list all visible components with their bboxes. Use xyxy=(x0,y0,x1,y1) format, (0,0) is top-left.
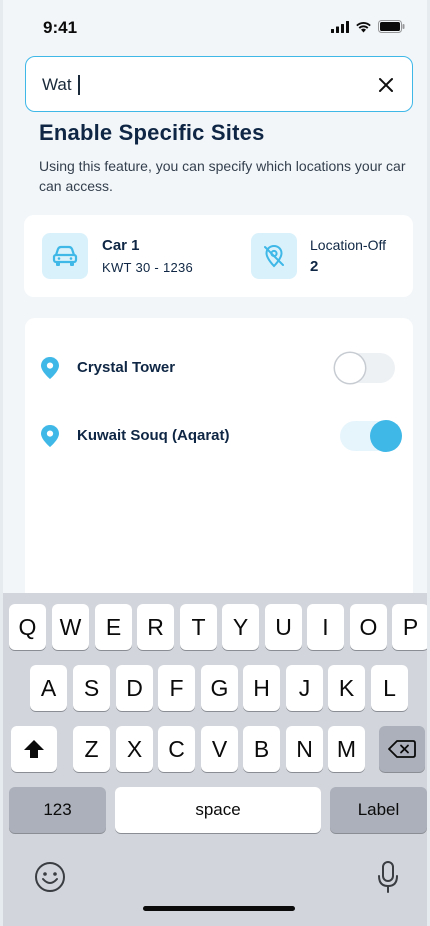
location-off-label: Location-Off xyxy=(310,237,387,253)
home-indicator xyxy=(143,906,295,911)
battery-icon xyxy=(378,20,405,33)
key-i[interactable]: I xyxy=(307,604,344,650)
search-input[interactable] xyxy=(42,71,362,99)
key-u[interactable]: U xyxy=(265,604,302,650)
cellular-signal-icon xyxy=(331,20,349,33)
key-g[interactable]: G xyxy=(201,665,238,711)
site-name: Kuwait Souq (Aqarat) xyxy=(77,427,230,444)
key-m[interactable]: M xyxy=(328,726,365,772)
emoji-icon[interactable] xyxy=(34,861,66,893)
key-f[interactable]: F xyxy=(158,665,195,711)
key-p[interactable]: P xyxy=(392,604,427,650)
key-a[interactable]: A xyxy=(30,665,67,711)
shift-icon xyxy=(24,740,44,758)
site-toggle[interactable] xyxy=(340,420,402,452)
key-r[interactable]: R xyxy=(137,604,174,650)
text-caret xyxy=(78,75,80,95)
keyboard: Q W E R T Y U I O P A S D F G H J K L Z … xyxy=(3,593,427,926)
key-t[interactable]: T xyxy=(180,604,217,650)
toggle-knob xyxy=(370,420,402,452)
key-w[interactable]: W xyxy=(52,604,89,650)
key-q[interactable]: Q xyxy=(9,604,46,650)
car-icon xyxy=(52,245,78,266)
key-x[interactable]: X xyxy=(116,726,153,772)
delete-key[interactable] xyxy=(379,726,425,772)
status-time: 9:41 xyxy=(43,18,78,37)
numbers-key[interactable]: 123 xyxy=(9,787,106,833)
key-k[interactable]: K xyxy=(328,665,365,711)
car-name: Car 1 xyxy=(102,237,140,254)
location-off-icon-tile xyxy=(251,233,297,279)
clear-search-icon[interactable] xyxy=(374,73,398,97)
key-z[interactable]: Z xyxy=(73,726,110,772)
key-l[interactable]: L xyxy=(371,665,408,711)
shift-key[interactable] xyxy=(11,726,57,772)
car-plate: KWT 30 - 1236 xyxy=(102,260,194,275)
page-title: Enable Specific Sites xyxy=(39,120,265,145)
page-description: Using this feature, you can specify whic… xyxy=(39,158,406,194)
car-icon-tile xyxy=(42,233,88,279)
list-item: Kuwait Souq (Aqarat) xyxy=(25,417,413,457)
key-n[interactable]: N xyxy=(286,726,323,772)
location-off-icon xyxy=(264,244,284,268)
wifi-icon xyxy=(356,21,371,32)
site-toggle[interactable] xyxy=(335,353,395,383)
key-c[interactable]: C xyxy=(158,726,195,772)
status-icons xyxy=(331,20,405,33)
status-bar: 9:41 xyxy=(3,0,427,56)
location-off-count: 2 xyxy=(310,258,319,275)
map-pin-icon xyxy=(41,425,59,447)
list-item: Crystal Tower xyxy=(25,349,413,389)
backspace-icon xyxy=(388,740,416,758)
sites-list: Crystal Tower Kuwait Souq (Aqarat) xyxy=(25,318,413,618)
phone-screen: 9:41 Enable xyxy=(0,0,430,926)
key-o[interactable]: O xyxy=(350,604,387,650)
key-d[interactable]: D xyxy=(116,665,153,711)
toggle-knob xyxy=(335,353,365,383)
key-v[interactable]: V xyxy=(201,726,238,772)
car-info-card: Car 1 KWT 30 - 1236 Location-Off 2 xyxy=(24,215,413,297)
return-key[interactable]: Label xyxy=(330,787,427,833)
map-pin-icon xyxy=(41,357,59,379)
key-h[interactable]: H xyxy=(243,665,280,711)
key-s[interactable]: S xyxy=(73,665,110,711)
key-y[interactable]: Y xyxy=(222,604,259,650)
key-b[interactable]: B xyxy=(243,726,280,772)
space-key[interactable]: space xyxy=(115,787,321,833)
microphone-icon[interactable] xyxy=(376,860,400,894)
key-e[interactable]: E xyxy=(95,604,132,650)
key-j[interactable]: J xyxy=(286,665,323,711)
search-field[interactable] xyxy=(25,56,413,112)
site-name: Crystal Tower xyxy=(77,359,176,376)
